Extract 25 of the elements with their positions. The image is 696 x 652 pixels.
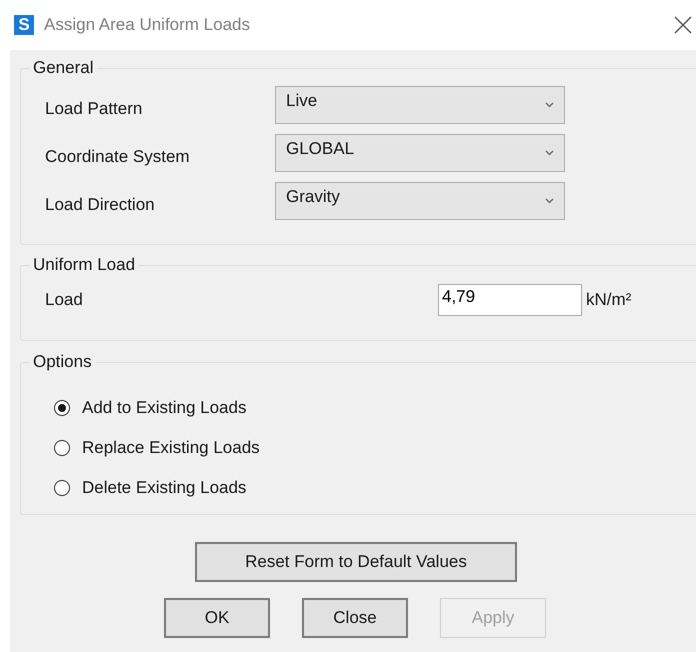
caret-icon: [545, 198, 554, 204]
dropdown[interactable]: Gravity: [275, 182, 565, 220]
option-label[interactable]: Delete Existing Loads: [82, 478, 246, 498]
radio-button[interactable]: [54, 440, 70, 456]
option-label[interactable]: Add to Existing Loads: [82, 398, 246, 418]
radio-button[interactable]: [54, 480, 70, 496]
option-label[interactable]: Replace Existing Loads: [82, 438, 260, 458]
dialog-button[interactable]: Close: [302, 598, 408, 638]
load-input[interactable]: 4,79: [438, 284, 582, 316]
group-title: Options: [29, 352, 96, 372]
field-label: Load: [45, 290, 84, 310]
dropdown[interactable]: Live: [275, 86, 565, 124]
field-label: Load Pattern: [45, 99, 144, 119]
dialog-button[interactable]: OK: [164, 598, 270, 638]
caret-icon: [545, 102, 554, 108]
reset-button[interactable]: Reset Form to Default Values: [195, 542, 517, 582]
radio-button[interactable]: [54, 400, 70, 416]
caret-icon: [545, 150, 554, 156]
unit-label: kN/m²: [586, 290, 632, 310]
field-label: Load Direction: [45, 195, 156, 215]
app-logo: S: [14, 15, 34, 35]
field-label: Coordinate System: [45, 147, 191, 167]
window-title: Assign Area Uniform Loads: [44, 15, 250, 35]
dropdown[interactable]: GLOBAL: [275, 134, 565, 172]
close-icon[interactable]: [674, 16, 692, 34]
